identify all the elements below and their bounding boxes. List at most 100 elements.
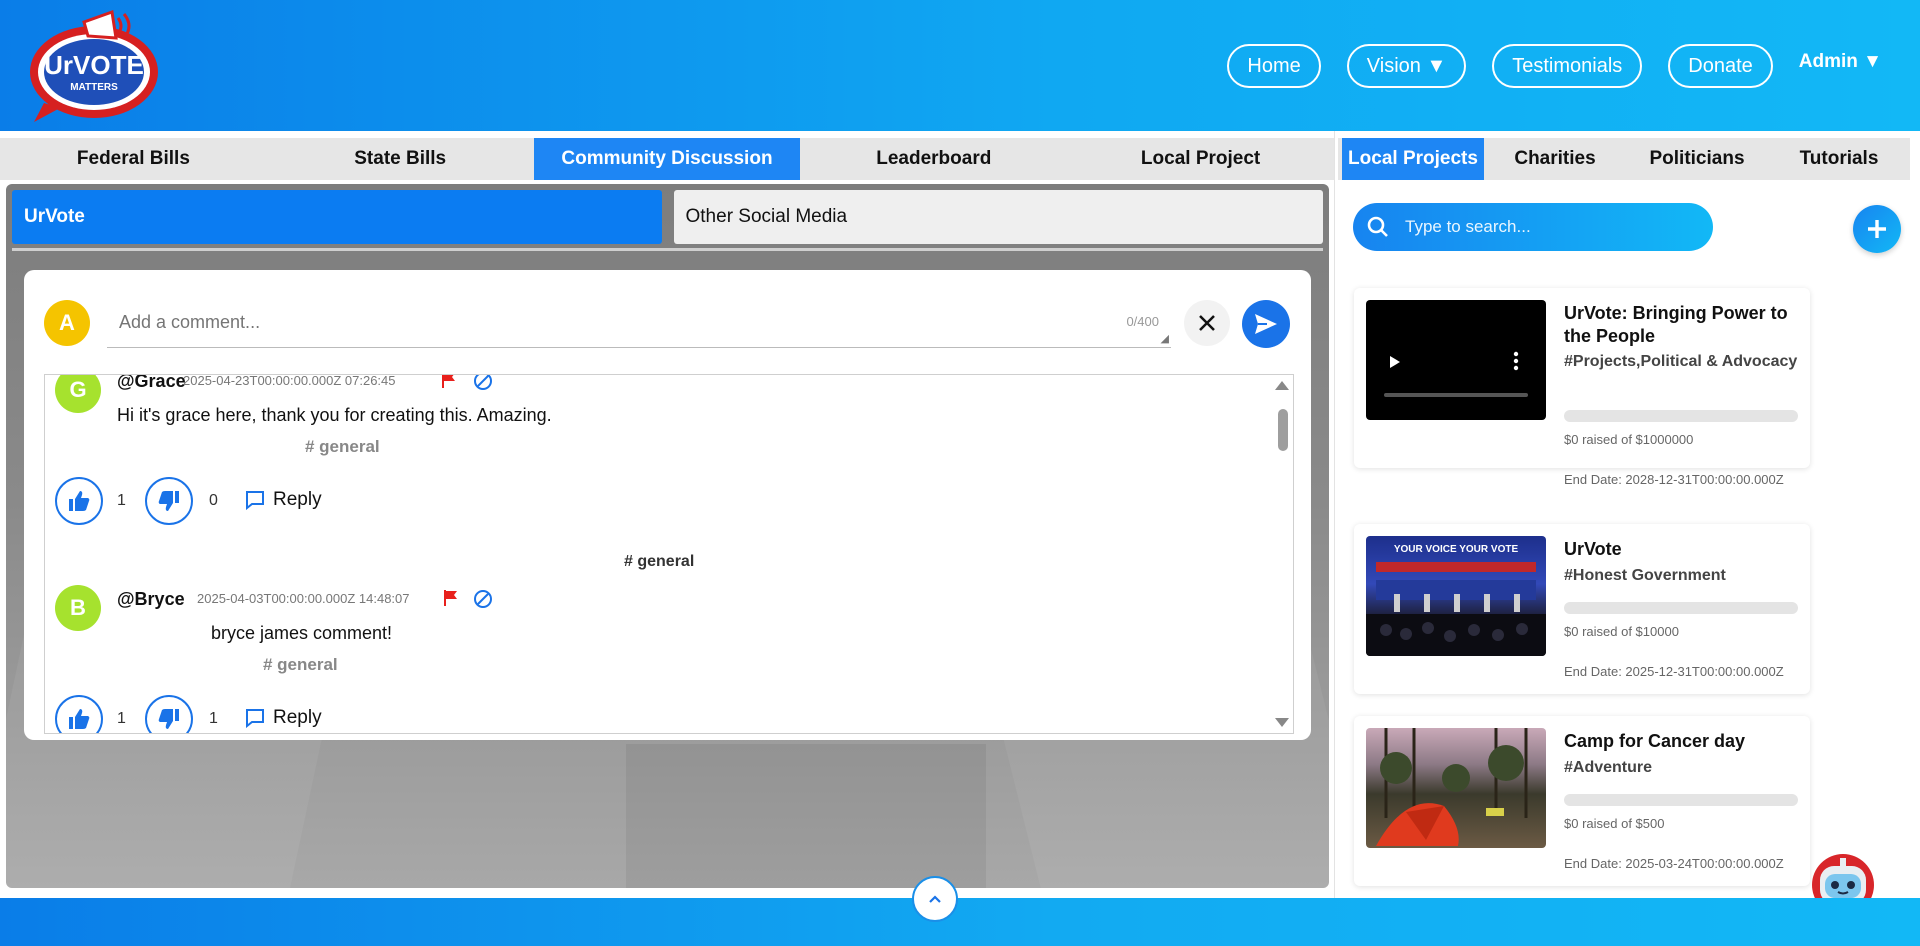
project-title[interactable]: UrVote: Bringing Power to the People	[1564, 302, 1800, 348]
tab-leaderboard[interactable]: Leaderboard	[800, 138, 1067, 180]
tab-community-discussion[interactable]: Community Discussion	[533, 138, 801, 180]
side-tabs: Local Projects Charities Politicians Tut…	[1338, 138, 1910, 180]
funding-raised: $0 raised of $500	[1564, 816, 1665, 831]
scrollbar-thumb[interactable]	[1278, 409, 1288, 451]
scroll-to-top-button[interactable]	[912, 876, 958, 922]
dislike-button[interactable]	[145, 477, 193, 525]
nav-vision-button[interactable]: Vision ▼	[1346, 44, 1467, 88]
nav-testimonials-button[interactable]: Testimonials	[1492, 44, 1643, 88]
funding-progress-bar	[1564, 410, 1798, 422]
clear-comment-button[interactable]	[1184, 300, 1230, 346]
group-tag[interactable]: # general	[624, 553, 694, 571]
column-divider	[1334, 131, 1335, 898]
reply-label: Reply	[273, 707, 322, 728]
report-flag-icon[interactable]	[443, 589, 459, 607]
reply-label: Reply	[273, 489, 322, 510]
block-icon[interactable]	[473, 589, 493, 609]
current-user-avatar: A	[44, 300, 90, 346]
like-button[interactable]	[55, 695, 103, 733]
char-counter: 0/400	[1126, 314, 1159, 329]
comment-timestamp: 2025-04-03T00:00:00.000Z 14:48:07	[197, 591, 410, 606]
tab-local-project[interactable]: Local Project	[1067, 138, 1334, 180]
reply-button[interactable]: Reply	[245, 707, 322, 729]
tab-charities[interactable]: Charities	[1484, 138, 1626, 180]
comment-tag[interactable]: # general	[305, 437, 380, 457]
project-title[interactable]: UrVote	[1564, 538, 1800, 561]
plus-icon	[1868, 220, 1886, 238]
background-facet	[626, 744, 986, 888]
project-video-thumbnail[interactable]	[1366, 300, 1546, 420]
svg-text:UrVOTE: UrVOTE	[44, 50, 144, 80]
project-card[interactable]: YOUR VOICE YOUR VOTE UrVote #Honest Gove…	[1354, 524, 1810, 694]
project-end-date: End Date: 2025-12-31T00:00:00.000Z	[1564, 664, 1784, 679]
funding-progress-bar	[1564, 794, 1798, 806]
project-image-thumbnail[interactable]	[1366, 728, 1546, 848]
play-icon[interactable]	[1390, 356, 1400, 368]
chevron-up-icon	[929, 895, 941, 903]
funding-progress-bar	[1564, 602, 1798, 614]
thumbs-down-icon	[158, 491, 179, 511]
scroll-up-arrow-icon[interactable]	[1275, 381, 1289, 390]
like-count: 1	[117, 710, 126, 727]
thumbs-down-icon	[158, 709, 179, 729]
svg-text:MATTERS: MATTERS	[70, 82, 118, 93]
send-comment-button[interactable]	[1242, 300, 1290, 348]
comments-card: A 0/400 ◢ G @Grace 2025-04-23T00:00:00.0…	[24, 270, 1311, 740]
urvote-logo[interactable]: UrVOTE MATTERS	[26, 8, 166, 123]
subtab-divider	[12, 248, 1323, 251]
comments-scrollbar[interactable]	[1273, 375, 1293, 733]
more-options-icon[interactable]	[1513, 351, 1519, 371]
block-icon[interactable]	[473, 374, 493, 391]
project-end-date: End Date: 2028-12-31T00:00:00.000Z	[1564, 472, 1784, 487]
close-icon	[1199, 315, 1215, 331]
comments-list[interactable]: G @Grace 2025-04-23T00:00:00.000Z 07:26:…	[44, 374, 1294, 734]
scroll-down-arrow-icon[interactable]	[1275, 718, 1289, 727]
nav-home-button[interactable]: Home	[1227, 44, 1321, 88]
subtab-urvote[interactable]: UrVote	[12, 190, 662, 244]
funding-raised: $0 raised of $1000000	[1564, 432, 1694, 447]
video-progress-bar[interactable]	[1384, 393, 1528, 397]
discussion-panel: UrVote Other Social Media A 0/400 ◢ G @G…	[6, 184, 1329, 888]
discussion-source-tabs: UrVote Other Social Media	[12, 190, 1323, 244]
thumbs-up-icon	[69, 709, 90, 729]
tab-state-bills[interactable]: State Bills	[267, 138, 534, 180]
comment-timestamp: 2025-04-23T00:00:00.000Z 07:26:45	[183, 374, 396, 388]
reply-button[interactable]: Reply	[245, 489, 322, 511]
camp-tent-image	[1376, 728, 1528, 846]
like-button[interactable]	[55, 477, 103, 525]
project-card[interactable]: Camp for Cancer day #Adventure $0 raised…	[1354, 716, 1810, 886]
tab-politicians[interactable]: Politicians	[1626, 138, 1768, 180]
dislike-button[interactable]	[145, 695, 193, 733]
comment-input[interactable]	[107, 298, 1007, 346]
admin-menu[interactable]: Admin ▼	[1799, 51, 1882, 73]
comment-avatar: B	[55, 585, 101, 631]
comment-username[interactable]: @Bryce	[117, 589, 185, 610]
send-icon	[1255, 314, 1277, 334]
project-card[interactable]: UrVote: Bringing Power to the People #Pr…	[1354, 288, 1810, 487]
tab-local-projects[interactable]: Local Projects	[1342, 138, 1484, 180]
reply-icon	[246, 709, 264, 728]
comment-composer: 0/400 ◢	[107, 298, 1171, 348]
add-project-button[interactable]	[1853, 205, 1901, 253]
project-search	[1353, 203, 1713, 251]
debate-stage-image: YOUR VOICE YOUR VOTE	[1366, 544, 1546, 656]
resize-handle-icon[interactable]: ◢	[1161, 332, 1169, 345]
nav-donate-button[interactable]: Donate	[1668, 44, 1773, 88]
project-tags: #Projects,Political & Advocacy	[1564, 353, 1798, 370]
report-flag-icon[interactable]	[441, 374, 457, 389]
search-icon	[1367, 216, 1388, 237]
project-tags: #Honest Government	[1564, 567, 1726, 584]
comment-tag[interactable]: # general	[263, 655, 338, 675]
search-input[interactable]	[1405, 217, 1685, 237]
tab-federal-bills[interactable]: Federal Bills	[0, 138, 267, 180]
comment-text: Hi it's grace here, thank you for creati…	[117, 405, 552, 425]
main-tabs: Federal Bills State Bills Community Disc…	[0, 138, 1334, 180]
project-image-thumbnail[interactable]: YOUR VOICE YOUR VOTE	[1366, 536, 1546, 656]
project-title[interactable]: Camp for Cancer day	[1564, 730, 1800, 753]
dislike-count: 0	[209, 492, 218, 509]
project-tags: #Adventure	[1564, 759, 1653, 776]
comment-username[interactable]: @Grace	[117, 375, 186, 392]
subtab-other-social-media[interactable]: Other Social Media	[673, 190, 1323, 244]
reply-icon	[246, 491, 264, 510]
tab-tutorials[interactable]: Tutorials	[1768, 138, 1910, 180]
